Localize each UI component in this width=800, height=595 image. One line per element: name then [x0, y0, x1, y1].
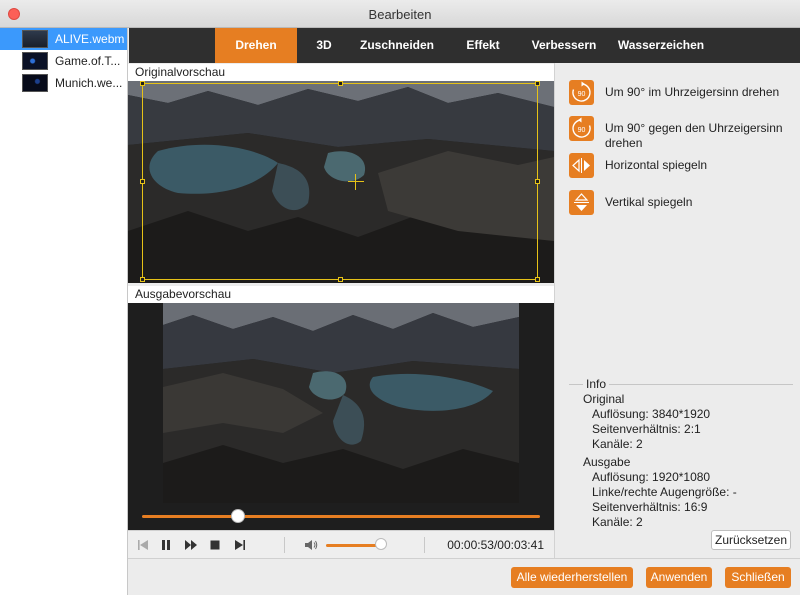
output-preview-label: Ausgabevorschau: [128, 286, 554, 303]
output-video-frame: [163, 303, 519, 503]
volume-slider-handle[interactable]: [375, 538, 388, 550]
rotate-counterclockwise-label: Um 90° gegen den Uhrzeigersinn drehen: [605, 121, 783, 150]
flip-vertical-icon: [569, 190, 594, 215]
footer-bar: Alle wiederherstellen Anwenden Schließen: [128, 558, 800, 595]
crop-handle[interactable]: [140, 81, 145, 86]
skip-forward-icon[interactable]: [233, 538, 247, 552]
output-resolution: Auflösung: 1920*1080: [592, 470, 711, 484]
window-titlebar: Bearbeiten: [0, 0, 800, 28]
info-title: Info: [583, 377, 610, 391]
time-display: 00:00:53/00:03:41: [447, 538, 544, 552]
playback-controls: 00:00:53/00:03:41: [128, 530, 554, 558]
file-item[interactable]: Game.of.T...: [0, 50, 127, 72]
original-channels: Kanäle: 2: [592, 437, 643, 451]
svg-text:90: 90: [578, 127, 586, 134]
output-eye-size: Linke/rechte Augengröße: -: [592, 485, 737, 499]
seek-bar[interactable]: [128, 503, 554, 530]
info-group: Info Original Auflösung: 3840*1920 Seite…: [569, 377, 793, 529]
edit-tabs: Drehen 3D Zuschneiden Effekt Verbessern …: [129, 28, 800, 63]
file-list: ALIVE.webm Game.of.T... Munich.we...: [0, 28, 128, 595]
tab-verbessern[interactable]: Verbessern: [527, 28, 601, 63]
apply-button[interactable]: Anwenden: [646, 567, 712, 588]
original-aspect: Seitenverhältnis: 2:1: [592, 422, 701, 436]
skip-back-icon[interactable]: [136, 538, 150, 552]
tab-3d[interactable]: 3D: [301, 28, 347, 63]
crop-handle[interactable]: [140, 179, 145, 184]
crop-handle[interactable]: [535, 277, 540, 282]
crop-handle[interactable]: [535, 81, 540, 86]
rotate-counterclockwise-button[interactable]: 90 Um 90° gegen den Uhrzeigersinn drehen: [569, 116, 790, 151]
volume-icon[interactable]: [304, 538, 318, 552]
close-button[interactable]: Schließen: [725, 567, 791, 588]
flip-horizontal-button[interactable]: Horizontal spiegeln: [569, 153, 790, 178]
flip-vertical-button[interactable]: Vertikal spiegeln: [569, 190, 790, 215]
rotate-panel: 90 Um 90° im Uhrzeigersinn drehen 90 Um …: [554, 63, 800, 558]
rotate-clockwise-icon: 90: [569, 80, 594, 105]
rotate-clockwise-button[interactable]: 90 Um 90° im Uhrzeigersinn drehen: [569, 80, 790, 105]
crop-frame[interactable]: [140, 81, 540, 282]
stop-icon[interactable]: [208, 538, 222, 552]
crop-handle[interactable]: [338, 81, 343, 86]
file-name: Game.of.T...: [55, 54, 121, 68]
control-divider: [424, 537, 425, 553]
file-item[interactable]: ALIVE.webm: [0, 28, 127, 50]
file-name: ALIVE.webm: [55, 32, 125, 46]
original-resolution: Auflösung: 3840*1920: [592, 407, 711, 421]
flip-horizontal-label: Horizontal spiegeln: [605, 158, 708, 172]
control-divider: [284, 537, 285, 553]
flip-horizontal-icon: [569, 153, 594, 178]
output-aspect: Seitenverhältnis: 16:9: [592, 500, 708, 514]
rotate-counterclockwise-icon: 90: [569, 116, 594, 141]
reset-button[interactable]: Zurücksetzen: [711, 530, 791, 550]
svg-text:90: 90: [578, 91, 586, 98]
tab-effekt[interactable]: Effekt: [455, 28, 511, 63]
crop-handle[interactable]: [338, 277, 343, 282]
original-heading: Original: [583, 392, 625, 406]
file-item[interactable]: Munich.we...: [0, 72, 127, 94]
crop-handle[interactable]: [535, 179, 540, 184]
original-preview-label: Originalvorschau: [128, 64, 554, 81]
tab-zuschneiden[interactable]: Zuschneiden: [355, 28, 439, 63]
seek-track[interactable]: [142, 515, 540, 518]
file-thumbnail: [22, 74, 48, 92]
flip-vertical-label: Vertikal spiegeln: [605, 195, 693, 209]
file-thumbnail: [22, 52, 48, 70]
tab-wasserzeichen[interactable]: Wasserzeichen: [611, 28, 711, 63]
rotate-clockwise-label: Um 90° im Uhrzeigersinn drehen: [605, 85, 780, 99]
fast-forward-icon[interactable]: [184, 538, 198, 552]
restore-all-button[interactable]: Alle wiederherstellen: [511, 567, 633, 588]
output-heading: Ausgabe: [583, 455, 631, 469]
output-channels: Kanäle: 2: [592, 515, 643, 529]
pause-icon[interactable]: [159, 538, 173, 552]
original-preview: [128, 81, 554, 283]
crop-handle[interactable]: [140, 277, 145, 282]
output-preview: [128, 303, 554, 503]
tab-drehen[interactable]: Drehen: [215, 28, 297, 63]
seek-handle[interactable]: [230, 509, 245, 523]
file-name: Munich.we...: [55, 76, 123, 90]
crosshair-icon: [348, 174, 364, 190]
file-thumbnail: [22, 30, 48, 48]
window-title: Bearbeiten: [368, 7, 432, 22]
